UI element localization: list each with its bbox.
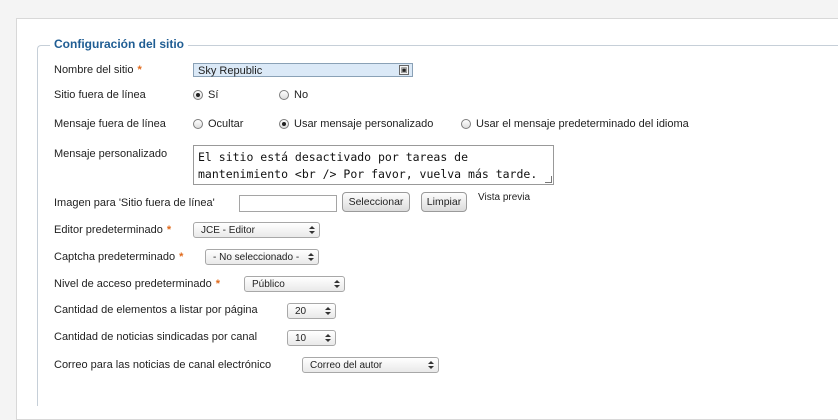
updown-arrows-icon [323, 331, 332, 345]
required-marker: * [137, 64, 142, 76]
updown-arrows-icon [426, 358, 435, 372]
default-editor-row: Editor predeterminado * [54, 220, 171, 240]
custom-message-value: El sitio está desactivado por tareas de … [198, 150, 538, 181]
offline-no-radio[interactable]: No [279, 89, 308, 101]
select-image-button[interactable]: Seleccionar [342, 192, 410, 212]
offline-message-hide-label: Ocultar [208, 118, 244, 130]
default-access-select[interactable]: Público [244, 276, 345, 292]
keyboard-icon: ▣ [399, 65, 409, 75]
site-name-label: Nombre del sitio [54, 64, 134, 76]
offline-no-label: No [294, 89, 309, 101]
image-preview-label: Vista previa [478, 192, 531, 203]
radio-selected-icon [193, 90, 203, 100]
radio-unselected-icon [279, 90, 289, 100]
custom-message-label: Mensaje personalizado [54, 148, 168, 160]
offline-image-label: Imagen para 'Sitio fuera de línea' [54, 197, 215, 209]
site-name-row: Nombre del sitio * [54, 60, 142, 80]
updown-arrows-icon [307, 223, 316, 237]
default-editor-label: Editor predeterminado [54, 224, 163, 236]
custom-message-textarea[interactable]: El sitio está desactivado por tareas de … [193, 145, 554, 185]
default-access-value: Público [252, 278, 285, 290]
offline-message-row: Mensaje fuera de línea [54, 114, 166, 134]
offline-message-label: Mensaje fuera de línea [54, 118, 166, 130]
offline-row: Sitio fuera de línea [54, 85, 146, 105]
feed-limit-row: Cantidad de noticias sindicadas por cana… [54, 327, 257, 347]
feed-limit-select[interactable]: 10 [287, 330, 336, 346]
feed-limit-label: Cantidad de noticias sindicadas por cana… [54, 331, 258, 343]
custom-message-row: Mensaje personalizado [54, 144, 167, 164]
updown-arrows-icon [306, 250, 315, 264]
feed-limit-value: 10 [295, 332, 307, 344]
clear-image-button[interactable]: Limpiar [421, 192, 467, 212]
site-name-value: Sky Republic [198, 65, 263, 77]
feed-email-value: Correo del autor [310, 359, 383, 371]
default-access-label: Nivel de acceso predeterminado [54, 278, 212, 290]
default-captcha-value: - No seleccionado - [213, 251, 300, 263]
feed-email-label: Correo para las noticias de canal electr… [54, 359, 272, 371]
offline-yes-radio[interactable]: Sí [193, 89, 218, 101]
section-title: Configuración del sitio [50, 37, 189, 51]
resize-grip-icon[interactable] [545, 176, 552, 183]
default-editor-value: JCE - Editor [201, 224, 255, 236]
feed-email-row: Correo para las noticias de canal electr… [54, 355, 271, 375]
offline-yes-label: Sí [208, 89, 219, 101]
feed-email-select[interactable]: Correo del autor [302, 357, 439, 373]
default-editor-select[interactable]: JCE - Editor [193, 222, 320, 238]
default-access-row: Nivel de acceso predeterminado * [54, 274, 220, 294]
list-limit-label: Cantidad de elementos a listar por págin… [54, 304, 258, 316]
required-marker: * [166, 224, 172, 236]
offline-message-custom-radio[interactable]: Usar mensaje personalizado [279, 118, 433, 130]
default-captcha-row: Captcha predeterminado * [54, 247, 183, 267]
offline-message-default-label: Usar el mensaje predeterminado del idiom… [476, 118, 689, 130]
radio-unselected-icon [193, 119, 203, 129]
list-limit-select[interactable]: 20 [287, 303, 336, 319]
updown-arrows-icon [323, 304, 332, 318]
offline-message-custom-label: Usar mensaje personalizado [294, 118, 434, 130]
default-captcha-select[interactable]: - No seleccionado - [205, 249, 319, 265]
offline-image-input[interactable] [239, 195, 337, 212]
offline-label: Sitio fuera de línea [54, 89, 146, 101]
offline-image-row: Imagen para 'Sitio fuera de línea' [54, 193, 215, 213]
offline-message-default-radio[interactable]: Usar el mensaje predeterminado del idiom… [461, 118, 689, 130]
list-limit-value: 20 [295, 305, 307, 317]
updown-arrows-icon [332, 277, 341, 291]
offline-message-hide-radio[interactable]: Ocultar [193, 118, 243, 130]
required-marker: * [215, 278, 221, 290]
default-captcha-label: Captcha predeterminado [54, 251, 176, 263]
required-marker: * [179, 251, 184, 263]
list-limit-row: Cantidad de elementos a listar por págin… [54, 300, 258, 320]
radio-unselected-icon [461, 119, 471, 129]
radio-selected-icon [279, 119, 289, 129]
site-name-input[interactable]: Sky Republic ▣ [193, 63, 413, 77]
